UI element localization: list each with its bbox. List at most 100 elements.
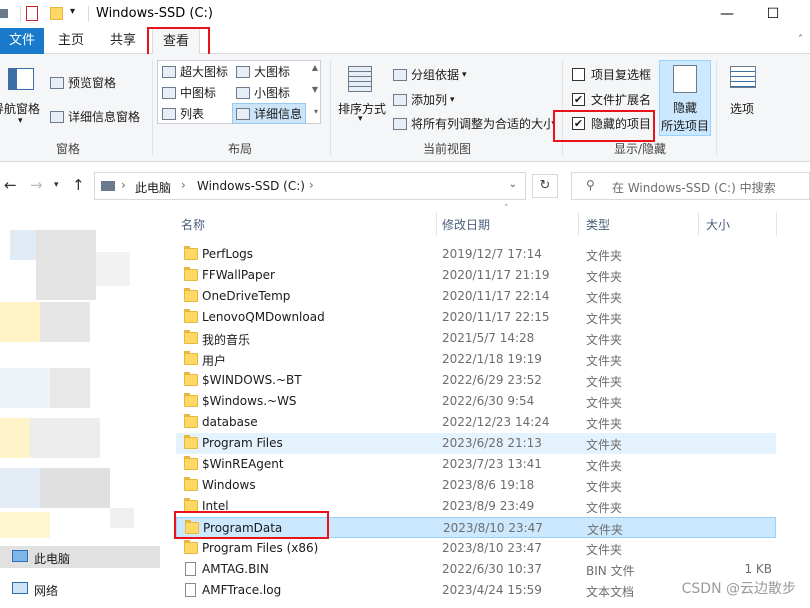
file-row[interactable]: Program Files 2023/6/28 21:13 文件夹 [176, 433, 776, 454]
options-button[interactable]: 选项 [722, 64, 766, 124]
breadcrumb-drive[interactable]: Windows-SSD (C:) [197, 179, 305, 193]
folder-icon [184, 498, 198, 512]
minimize-button[interactable]: — [716, 3, 738, 25]
nav-item-network[interactable]: 网络 [0, 578, 160, 600]
sort-by-button[interactable]: 排序方式 ▾ [336, 64, 388, 124]
hide-selected-button[interactable]: 隐藏 所选项目 [659, 60, 711, 136]
forward-arrow-icon[interactable]: → [30, 176, 43, 194]
checkbox-checked: ✔ [572, 117, 585, 130]
file-row[interactable]: AMTAG.BIN 2022/6/30 10:37 BIN 文件 1 KB [176, 559, 776, 580]
file-name: OneDriveTemp [202, 289, 291, 303]
large-icons-icon [236, 65, 250, 78]
refresh-icon[interactable]: ↻ [532, 174, 558, 198]
redacted-area [40, 468, 110, 508]
drive-icon [101, 181, 115, 191]
column-header-name[interactable]: 名称 [181, 216, 205, 233]
column-divider[interactable] [776, 212, 777, 236]
column-divider[interactable] [578, 212, 579, 236]
file-type: 文件夹 [586, 375, 623, 389]
ribbon-collapse-icon[interactable]: ˄ [798, 34, 803, 45]
group-divider [152, 60, 153, 156]
layout-list[interactable]: 列表 [162, 105, 204, 122]
search-input[interactable]: ⚲ 在 Windows-SSD (C:) 中搜索 [571, 172, 810, 200]
list-icon [162, 107, 176, 120]
file-name: $WINDOWS.~BT [202, 373, 302, 387]
group-by-button[interactable]: 分组依据 ▾ [393, 66, 467, 83]
preview-pane-button[interactable]: 预览窗格 [50, 74, 116, 91]
file-row[interactable]: Windows 2023/8/6 19:18 文件夹 [176, 475, 776, 496]
address-bar[interactable]: › 此电脑 › Windows-SSD (C:) › ⌄ [94, 172, 526, 200]
file-row[interactable]: ProgramData 2023/8/10 23:47 文件夹 [176, 517, 776, 538]
file-row[interactable]: Intel 2023/8/9 23:49 文件夹 [176, 496, 776, 517]
column-divider[interactable] [436, 212, 437, 236]
layout-extra-large-icons[interactable]: 超大图标 [162, 63, 228, 80]
new-folder-icon[interactable] [50, 7, 63, 20]
expand-gallery-icon[interactable]: ▾ [314, 107, 318, 116]
folder-icon [184, 414, 198, 428]
item-checkboxes-toggle[interactable]: 项目复选框 [572, 66, 651, 83]
tab-view[interactable]: 查看 [152, 28, 200, 55]
layout-gallery: 超大图标 大图标 中图标 小图标 列表 详细信息 ▲ ▼ ▾ [157, 60, 321, 124]
file-row[interactable]: Program Files (x86) 2023/8/10 23:47 文件夹 [176, 538, 776, 559]
file-date: 2022/6/29 23:52 [442, 373, 542, 387]
details-pane-label: 详细信息窗格 [68, 110, 141, 124]
address-dropdown-icon[interactable]: ⌄ [509, 179, 517, 190]
up-arrow-icon[interactable]: ↑ [72, 176, 85, 194]
folder-icon [184, 456, 198, 470]
hide-selected-label-1: 隐藏 [673, 101, 698, 115]
scroll-down-icon[interactable]: ▼ [312, 85, 318, 94]
file-extensions-toggle[interactable]: ✔ 文件扩展名 [572, 91, 651, 108]
file-date: 2023/8/10 23:47 [443, 521, 543, 535]
tab-home[interactable]: 主页 [50, 28, 92, 54]
file-row[interactable]: $WINDOWS.~BT 2022/6/29 23:52 文件夹 [176, 370, 776, 391]
file-row[interactable]: $WinREAgent 2023/7/23 13:41 文件夹 [176, 454, 776, 475]
add-columns-button[interactable]: 添加列 ▾ [393, 91, 455, 108]
file-type: 文件夹 [586, 333, 623, 347]
title-divider [88, 6, 89, 22]
redacted-area [0, 468, 40, 508]
file-row[interactable]: $Windows.~WS 2022/6/30 9:54 文件夹 [176, 391, 776, 412]
column-divider[interactable] [698, 212, 699, 236]
file-row[interactable]: 我的音乐 2021/5/7 14:28 文件夹 [176, 328, 776, 349]
back-arrow-icon[interactable]: ← [4, 176, 17, 194]
column-header-type[interactable]: 类型 [586, 216, 610, 233]
qat-dropdown-icon[interactable]: ▾ [70, 6, 75, 17]
navigation-bar: ← → ▾ ↑ › 此电脑 › Windows-SSD (C:) › ⌄ ↻ ⚲… [0, 162, 810, 208]
recent-locations-icon[interactable]: ▾ [54, 180, 59, 190]
properties-icon[interactable] [26, 6, 38, 21]
file-row[interactable]: database 2022/12/23 14:24 文件夹 [176, 412, 776, 433]
nav-pane-button[interactable]: 导航窗格 ▾ [0, 64, 44, 126]
fit-columns-button[interactable]: 将所有列调整为合适的大小 [393, 115, 555, 132]
layout-small-icons[interactable]: 小图标 [236, 84, 290, 101]
file-list: ˄ 名称 修改日期 类型 大小 PerfLogs 2019/12/7 17:14 文… [160, 204, 810, 608]
file-row[interactable]: 用户 2022/1/18 19:19 文件夹 [176, 349, 776, 370]
options-label: 选项 [730, 102, 755, 116]
details-pane-button[interactable]: 详细信息窗格 [50, 108, 140, 125]
column-header-date[interactable]: 修改日期 [442, 216, 490, 233]
file-date: 2022/6/30 9:54 [442, 394, 535, 408]
column-header-size[interactable]: 大小 [706, 216, 730, 233]
hidden-items-toggle[interactable]: ✔ 隐藏的项目 [572, 115, 651, 132]
search-icon: ⚲ [586, 178, 595, 192]
redacted-area [0, 302, 40, 342]
tab-file[interactable]: 文件 [0, 28, 44, 54]
scroll-up-icon[interactable]: ▲ [312, 63, 318, 72]
file-row[interactable]: OneDriveTemp 2020/11/17 22:14 文件夹 [176, 286, 776, 307]
file-row[interactable]: PerfLogs 2019/12/7 17:14 文件夹 [176, 244, 776, 265]
group-divider [716, 60, 717, 156]
file-icon [185, 562, 196, 576]
file-row[interactable]: FFWallPaper 2020/11/17 21:19 文件夹 [176, 265, 776, 286]
group-label-current-view: 当前视图 [423, 142, 472, 156]
layout-details[interactable]: 详细信息 [232, 103, 307, 124]
network-icon [12, 582, 28, 594]
breadcrumb-this-pc[interactable]: 此电脑 [135, 179, 171, 196]
title-divider [20, 6, 21, 22]
layout-medium-icons[interactable]: 中图标 [162, 84, 216, 101]
maximize-button[interactable]: ☐ [762, 3, 784, 25]
tab-share[interactable]: 共享 [102, 28, 144, 54]
layout-large-icons[interactable]: 大图标 [236, 63, 290, 80]
folder-icon [184, 435, 198, 449]
nav-item-this-pc[interactable]: 此电脑 [0, 546, 160, 568]
fit-columns-icon [393, 117, 407, 130]
file-row[interactable]: LenovoQMDownload 2020/11/17 22:15 文件夹 [176, 307, 776, 328]
